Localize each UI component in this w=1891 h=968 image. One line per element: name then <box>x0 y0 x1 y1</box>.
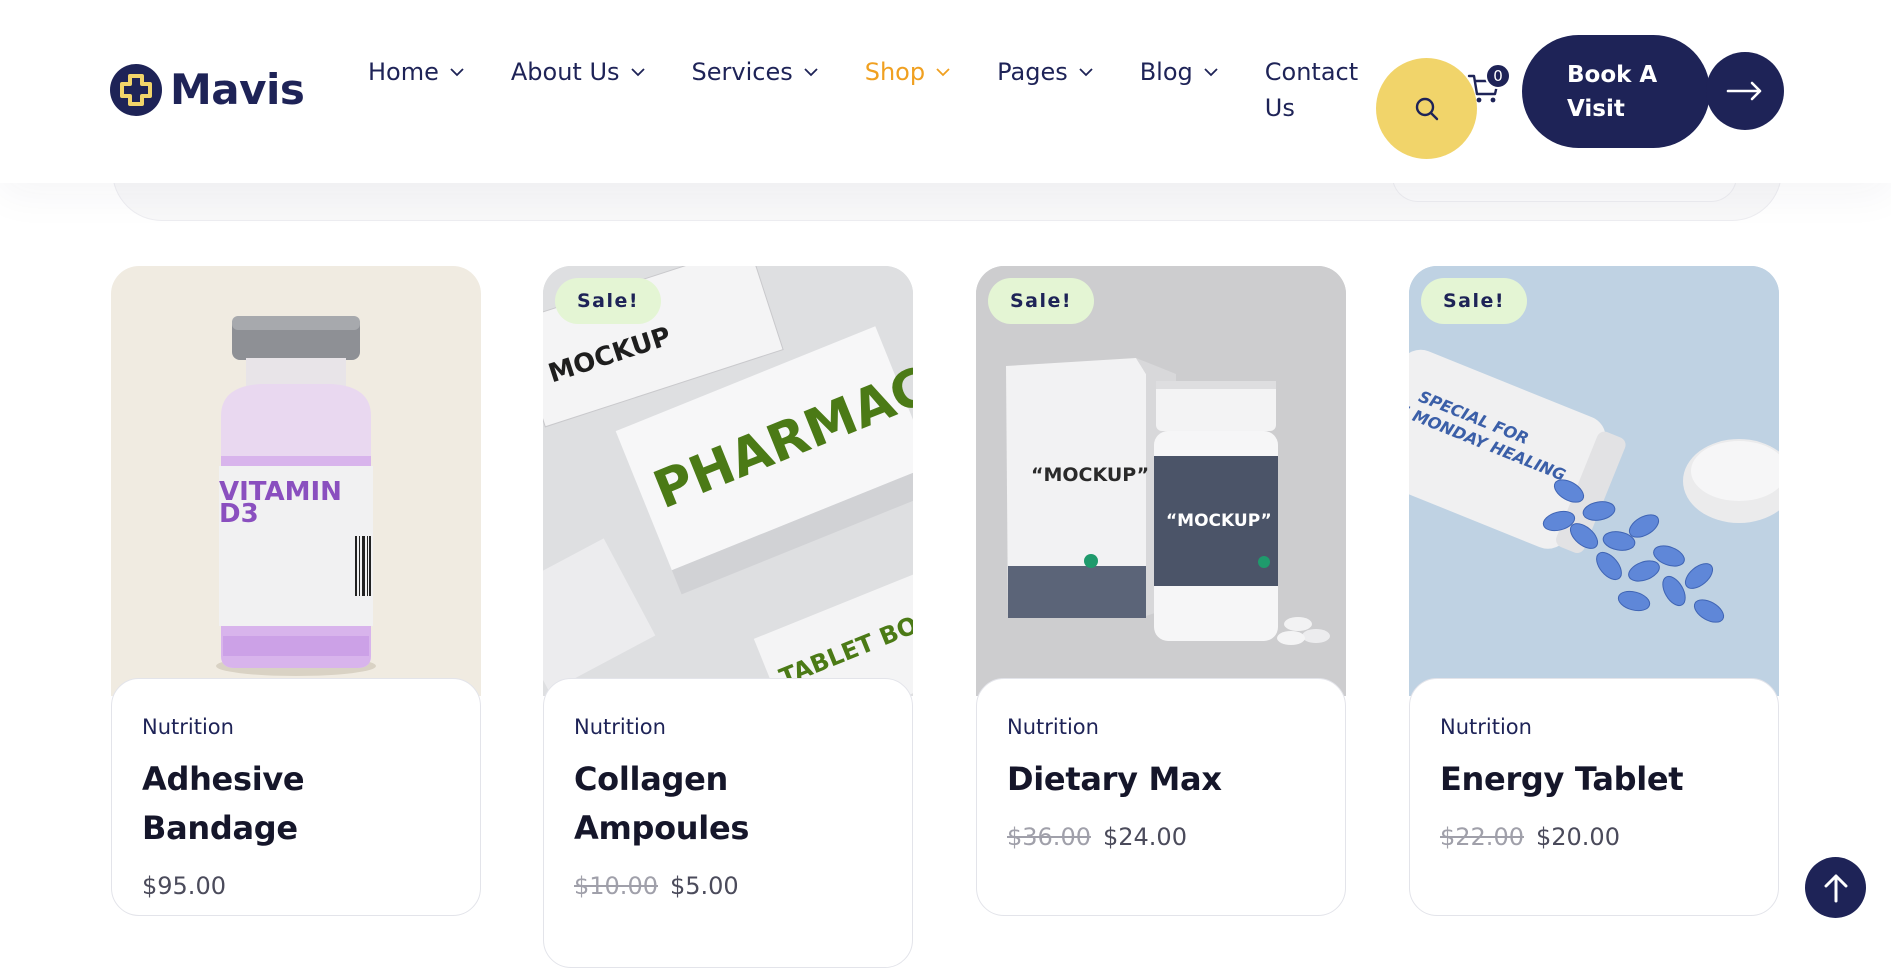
scroll-to-top-button[interactable] <box>1805 857 1866 918</box>
nav-item-services[interactable]: Services <box>692 54 819 90</box>
product-title[interactable]: Energy Tablet <box>1440 755 1748 804</box>
product-category[interactable]: Nutrition <box>574 713 882 741</box>
product-image[interactable]: Sale! MOCKUP PHARMACY TABLET BOX <box>543 266 913 696</box>
price-current: $24.00 <box>1102 823 1187 851</box>
nav-label: About Us <box>510 58 620 86</box>
price-current: $95.00 <box>142 872 226 900</box>
nav-label: Services <box>691 58 793 86</box>
brand-name: Mavis <box>170 65 305 114</box>
product-category[interactable]: Nutrition <box>142 713 450 741</box>
book-visit-label: Book A Visit <box>1567 61 1658 122</box>
product-price: $22.00 $20.00 <box>1440 822 1748 852</box>
product-title[interactable]: Dietary Max <box>1007 755 1315 804</box>
vitamin-label-line2: D3 <box>219 499 259 529</box>
price-current: $5.00 <box>669 872 739 900</box>
site-header: Mavis Home About Us Services Shop Pages … <box>0 0 1891 183</box>
price-original: $36.00 <box>1007 823 1091 851</box>
sale-badge: Sale! <box>555 278 661 324</box>
pharmacy-box-image: MOCKUP PHARMACY TABLET BOX <box>543 266 913 696</box>
nav-item-about-us[interactable]: About Us <box>511 54 646 90</box>
vitamin-vial-image: VITAMIN D3 <box>216 316 376 676</box>
price-original: $10.00 <box>574 872 658 900</box>
book-visit-arrow-button[interactable] <box>1706 52 1784 130</box>
product-price: $95.00 <box>142 871 450 901</box>
supplement-mockup-image: “MOCKUP” “MOCKUP” <box>976 266 1346 696</box>
chevron-down-icon <box>804 68 818 77</box>
nav-label: Blog <box>1139 58 1193 86</box>
product-info: Nutrition Energy Tablet $22.00 $20.00 <box>1409 678 1779 916</box>
arrow-up-icon <box>1824 874 1847 902</box>
price-current: $20.00 <box>1535 823 1620 851</box>
product-title[interactable]: Collagen Ampoules <box>574 755 774 853</box>
nav-label: Pages <box>997 58 1068 86</box>
product-price: $10.00 $5.00 <box>574 871 882 901</box>
search-icon <box>1415 97 1438 120</box>
box-mockup-label: “MOCKUP” <box>1031 464 1149 486</box>
cart-count-badge: 0 <box>1485 63 1511 89</box>
brand-logo[interactable]: Mavis <box>110 64 305 116</box>
product-category[interactable]: Nutrition <box>1440 713 1748 741</box>
product-info: Nutrition Dietary Max $36.00 $24.00 <box>976 678 1346 916</box>
main-nav: Home About Us Services Shop Pages Blog C… <box>368 54 1365 126</box>
nav-item-shop[interactable]: Shop <box>865 54 951 90</box>
product-image[interactable]: VITAMIN D3 <box>111 266 481 696</box>
nav-label: Home <box>368 58 439 86</box>
product-card[interactable]: VITAMIN D3 Nutrition Adhesive Bandage $9… <box>111 266 481 916</box>
product-title[interactable]: Adhesive Bandage <box>142 755 450 853</box>
chevron-down-icon <box>936 68 950 77</box>
search-button[interactable] <box>1376 58 1477 159</box>
product-category[interactable]: Nutrition <box>1007 713 1315 741</box>
nav-label: Shop <box>864 58 926 86</box>
sale-badge: Sale! <box>988 278 1094 324</box>
sale-badge: Sale! <box>1421 278 1527 324</box>
chevron-down-icon <box>1204 68 1218 77</box>
product-card[interactable]: Sale! “MOCKUP” “MOCKUP” Nutrition Dietar… <box>976 266 1346 916</box>
nav-item-pages[interactable]: Pages <box>997 54 1094 90</box>
pill-bottle-image: SPECIAL FOR E MONDAY HEALING <box>1409 266 1779 696</box>
logo-cross-icon <box>110 64 162 116</box>
product-price: $36.00 $24.00 <box>1007 822 1315 852</box>
product-card[interactable]: Sale! SPECIAL FOR E MONDAY HEALING Nutri… <box>1409 266 1779 916</box>
book-visit-button[interactable]: Book A Visit <box>1522 35 1710 148</box>
chevron-down-icon <box>450 68 464 77</box>
product-image[interactable]: Sale! “MOCKUP” “MOCKUP” <box>976 266 1346 696</box>
nav-item-home[interactable]: Home <box>368 54 465 90</box>
nav-label: Contact Us <box>1264 58 1359 122</box>
nav-item-blog[interactable]: Blog <box>1140 54 1219 90</box>
price-original: $22.00 <box>1440 823 1524 851</box>
arrow-right-icon <box>1726 81 1762 101</box>
product-info: Nutrition Collagen Ampoules $10.00 $5.00 <box>543 678 913 968</box>
bottle-mockup-label: “MOCKUP” <box>1166 511 1272 531</box>
product-card[interactable]: Sale! MOCKUP PHARMACY TABLET BOX Nutriti… <box>543 266 913 968</box>
nav-item-contact-us[interactable]: Contact Us <box>1265 54 1365 126</box>
product-info: Nutrition Adhesive Bandage $95.00 <box>111 678 481 916</box>
product-image[interactable]: Sale! SPECIAL FOR E MONDAY HEALING <box>1409 266 1779 696</box>
chevron-down-icon <box>1079 68 1093 77</box>
chevron-down-icon <box>630 68 645 77</box>
